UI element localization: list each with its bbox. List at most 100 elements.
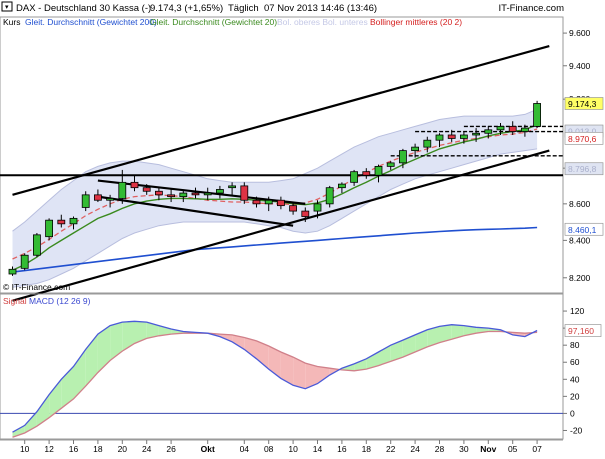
date-tick-label: 26 xyxy=(166,444,176,454)
macd-tick-label: 40 xyxy=(570,374,580,384)
copyright-label: © IT-Finance.com xyxy=(3,282,70,292)
candle xyxy=(20,253,29,271)
candle-body-up xyxy=(33,234,41,256)
date-tick-label: 18 xyxy=(362,444,372,454)
candle-body-down xyxy=(154,190,163,196)
date-tick-label: Nov xyxy=(480,444,496,454)
candle-body-down xyxy=(508,125,517,132)
legend-ma200: Gleit. Durchschnitt (Gewichtet 200) xyxy=(25,17,157,27)
candle-body-up xyxy=(69,217,78,225)
macd-tick-label: -20 xyxy=(570,425,583,435)
date-tick-label: Okt xyxy=(201,444,215,454)
price-badge: 8.970,6 xyxy=(564,132,604,145)
candle-body-up xyxy=(118,181,127,199)
date-tick-label: 24 xyxy=(142,444,152,454)
price-badge-label: 9.174,3 xyxy=(568,99,597,109)
candle-body-up xyxy=(215,189,224,194)
candle-body-down xyxy=(252,199,261,205)
price-tick-label: 8.600 xyxy=(569,199,591,209)
candle-body-down xyxy=(191,192,200,196)
price-tick-label: 9.600 xyxy=(569,28,591,38)
candle-body-down xyxy=(94,194,102,201)
candle-body-down xyxy=(167,194,176,198)
candle-body-down xyxy=(276,199,285,207)
price-badge-label: 8.796,8 xyxy=(568,164,597,174)
candle-body-down xyxy=(362,171,371,176)
candle-body-up xyxy=(386,162,395,167)
candle-body-down xyxy=(447,134,456,139)
date-tick-label: 10 xyxy=(20,444,30,454)
candle-body-up xyxy=(325,187,334,205)
date-tick-label: 22 xyxy=(386,444,396,454)
macd-tick-label: 60 xyxy=(570,357,580,367)
candle-body-down xyxy=(301,210,310,217)
macd-tick-label: 120 xyxy=(570,306,584,316)
candle-body-up xyxy=(398,150,407,164)
date-tick-label: 16 xyxy=(337,444,347,454)
macd-tick-label: 0 xyxy=(570,408,575,418)
candle xyxy=(240,182,249,204)
price-badge: 9.174,3 xyxy=(564,97,604,110)
date-tick-label: 24 xyxy=(410,444,420,454)
candle-body-up xyxy=(435,134,444,141)
date-tick-label: 12 xyxy=(44,444,54,454)
legend: Kurs Gleit. Durchschnitt (Gewichtet 200)… xyxy=(3,17,462,27)
date-tick-label: 18 xyxy=(93,444,103,454)
symbol-title: DAX - Deutschland 30 Kassa (-) xyxy=(16,3,151,14)
date-tick-label: 16 xyxy=(69,444,79,454)
interval-label: Täglich xyxy=(228,3,259,14)
price-badge-label: 8.970,6 xyxy=(568,134,597,144)
macd-badge: 97,160 xyxy=(564,324,602,337)
candle-body-up xyxy=(313,203,322,212)
candle-body-up xyxy=(203,192,212,196)
candle xyxy=(533,100,541,129)
date-tick-label: 08 xyxy=(264,444,274,454)
candle-body-up xyxy=(45,219,53,238)
date-tick-label: 30 xyxy=(459,444,469,454)
price-tick-label: 8.400 xyxy=(569,235,591,245)
candle xyxy=(325,185,334,208)
candle xyxy=(33,232,41,258)
candle-body-down xyxy=(57,219,66,225)
macd-tick-label: 20 xyxy=(570,391,580,401)
candle-body-up xyxy=(411,146,420,152)
candle-body-up xyxy=(496,125,505,131)
candle-body-up xyxy=(374,165,383,176)
price-tick-label: 9.400 xyxy=(569,61,591,71)
macd-title: Signal MACD (12 26 9) xyxy=(3,296,91,306)
date-tick-label: 07 xyxy=(532,444,542,454)
macd-title-signal: Signal xyxy=(3,296,27,306)
price-tick-label: 8.200 xyxy=(569,273,591,283)
legend-kurs: Kurs xyxy=(3,17,20,27)
candle-body-up xyxy=(264,199,273,205)
candle-body-up xyxy=(8,268,17,275)
macd-tick-label: 80 xyxy=(570,340,580,350)
candle-body-up xyxy=(521,127,529,132)
window-icon-glyph: ▾ xyxy=(5,4,9,11)
legend-ma20: Gleit. Durchschnitt (Gewichtet 20) xyxy=(150,17,277,27)
price-badge-label: 8.460,1 xyxy=(568,225,597,235)
candle-body-up xyxy=(350,171,359,183)
date-tick-label: 28 xyxy=(435,444,445,454)
date-tick-label: 14 xyxy=(313,444,323,454)
legend-bollinger-bands: Bol. oberes Bol. unteres xyxy=(277,17,368,27)
date-tick-label: 05 xyxy=(508,444,518,454)
candle-body-down xyxy=(130,181,139,189)
price-display: 9.174,3 (+1,65%) xyxy=(150,3,223,14)
chart-canvas: ▾ DAX - Deutschland 30 Kassa (-) 9.174,3… xyxy=(0,0,605,454)
chart-window: ▾ DAX - Deutschland 30 Kassa (-) 9.174,3… xyxy=(0,0,605,454)
macd-badge-label: 97,160 xyxy=(568,326,594,336)
candle-body-up xyxy=(423,139,432,148)
candle-body-up xyxy=(533,103,541,127)
candle-body-down xyxy=(142,187,151,192)
candle-body-down xyxy=(240,185,249,201)
candle-body-up xyxy=(484,129,493,134)
price-badge: 8.796,8 xyxy=(564,162,604,176)
candle-body-up xyxy=(81,194,90,208)
timestamp-label: 07 Nov 2013 14:46 (13:46) xyxy=(264,3,377,14)
brand-label: IT-Finance.com xyxy=(499,3,565,14)
candle-body-up xyxy=(472,132,481,136)
date-tick-label: 20 xyxy=(118,444,128,454)
candle-body-up xyxy=(228,185,237,189)
date-tick-label: 10 xyxy=(288,444,298,454)
